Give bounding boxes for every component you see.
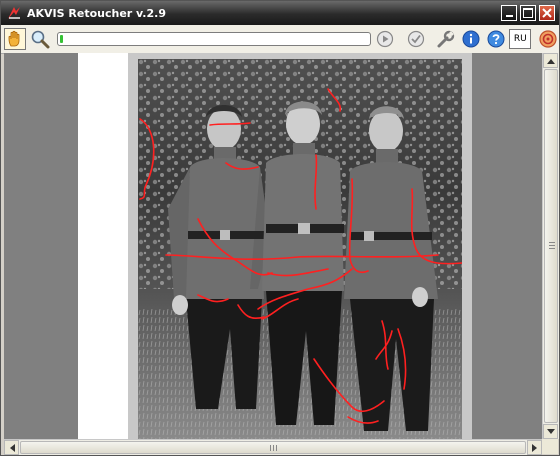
toolbar: RU	[1, 25, 559, 54]
akvis-logo-icon	[5, 4, 23, 22]
vertical-scroll-thumb[interactable]	[544, 69, 558, 423]
scrollbar-corner	[542, 439, 558, 454]
akvis-button[interactable]	[537, 28, 559, 50]
zoom-tool-button[interactable]	[29, 28, 51, 50]
scroll-left-button[interactable]	[4, 440, 19, 455]
settings-button[interactable]	[435, 28, 457, 50]
akvis-spiral-icon	[539, 30, 557, 48]
close-icon	[542, 8, 552, 18]
run-button[interactable]	[374, 28, 396, 50]
info-icon	[462, 30, 480, 48]
maximize-button[interactable]	[520, 5, 536, 21]
checkmark-circle-icon	[408, 30, 425, 48]
maximize-icon	[523, 8, 533, 18]
hand-icon	[8, 30, 20, 47]
scroll-down-button[interactable]	[543, 424, 558, 439]
chevron-right-icon	[531, 443, 537, 452]
magnifier-icon	[31, 30, 50, 49]
hand-tool-button[interactable]	[4, 28, 26, 50]
chevron-left-icon	[9, 443, 15, 452]
info-button[interactable]	[460, 28, 482, 50]
play-circle-icon	[377, 30, 394, 48]
title-bar[interactable]: AKVIS Retoucher v.2.9	[1, 1, 559, 25]
window-title: AKVIS Retoucher v.2.9	[27, 6, 166, 20]
scroll-right-button[interactable]	[527, 440, 542, 455]
horizontal-scroll-thumb[interactable]	[20, 441, 526, 454]
chevron-down-icon	[546, 428, 555, 434]
scroll-up-button[interactable]	[543, 53, 558, 68]
wrench-icon	[437, 30, 455, 48]
help-button[interactable]	[485, 28, 507, 50]
language-selector[interactable]: RU	[509, 29, 532, 49]
photo-image[interactable]	[138, 59, 462, 439]
apply-button[interactable]	[405, 28, 427, 50]
progress-fill	[59, 35, 63, 43]
minimize-icon	[505, 15, 513, 17]
help-icon	[487, 30, 504, 48]
close-button[interactable]	[539, 5, 555, 21]
vertical-scrollbar[interactable]	[542, 53, 559, 439]
minimize-button[interactable]	[501, 5, 517, 21]
progress-bar	[56, 32, 372, 46]
chevron-up-icon	[546, 58, 555, 64]
horizontal-scrollbar[interactable]	[4, 439, 542, 455]
image-workspace[interactable]	[4, 53, 542, 439]
